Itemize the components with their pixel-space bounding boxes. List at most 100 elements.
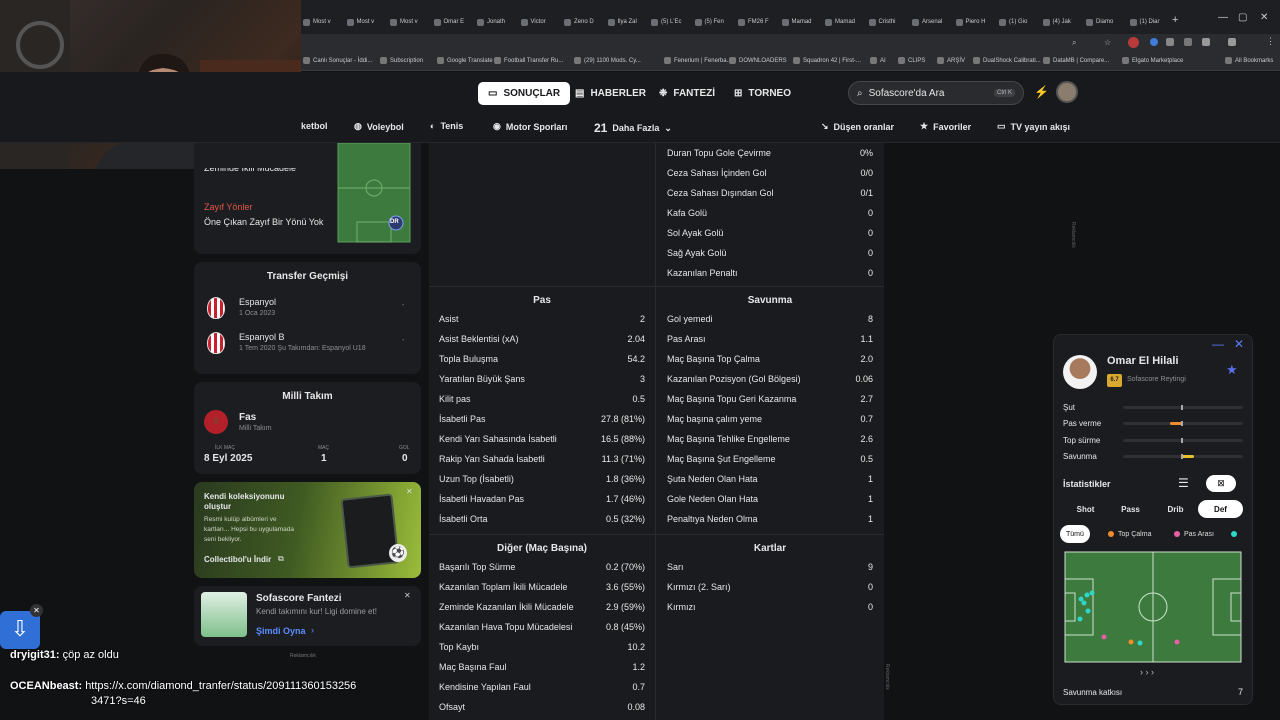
fantasy-link[interactable]: Şimdi Oyna xyxy=(256,626,306,636)
stat-value: 0/1 xyxy=(860,188,873,198)
sport-motor[interactable]: ◉ Motor Sporları xyxy=(493,121,567,132)
user-avatar[interactable] xyxy=(1056,81,1078,103)
bookmark-item[interactable]: Google Translate xyxy=(437,57,493,64)
favorite-star-icon[interactable]: ★ xyxy=(1226,362,1238,378)
browser-tab[interactable]: (5) Fen xyxy=(694,14,735,30)
stat-tab-drib[interactable]: Drib xyxy=(1153,500,1198,518)
browser-tab[interactable]: FM26 F xyxy=(738,14,778,30)
player-name[interactable]: Omar El Hilali xyxy=(1107,355,1179,367)
nav-sonuclar[interactable]: ▭ SONUÇLAR xyxy=(478,82,571,105)
browser-tab[interactable]: Mamad xyxy=(825,14,865,30)
bookmark-item[interactable]: (29) 1100 Mods. Cy... xyxy=(574,57,641,64)
profile-icon[interactable] xyxy=(1128,37,1139,48)
filter-chip[interactable]: Tümü xyxy=(1060,525,1090,543)
filter-chip[interactable]: Top Çalma xyxy=(1102,525,1157,543)
browser-tab[interactable]: (5) L'Ec xyxy=(651,14,691,30)
close-icon[interactable]: ✕ xyxy=(404,591,411,600)
stat-tab-pass[interactable]: Pass xyxy=(1108,500,1153,518)
search-input[interactable]: ⌕ Sofascore'da Ara Ctrl K xyxy=(848,81,1024,105)
dropping-odds-link[interactable]: ↘ Düşen oranlar xyxy=(821,121,894,132)
extension-icon[interactable] xyxy=(1184,38,1192,46)
bookmark-item[interactable]: DualShock Calibrati... xyxy=(973,57,1041,64)
browser-tab[interactable]: Arsenal xyxy=(912,14,952,30)
nav-fantezi[interactable]: ❉ FANTEZİ xyxy=(649,82,725,105)
stat-value: 0.5 xyxy=(860,454,873,464)
expand-arrows-icon[interactable]: › › › xyxy=(1140,667,1154,677)
extensions-puzzle-icon[interactable] xyxy=(1202,38,1210,46)
bookmark-item[interactable]: Subscription xyxy=(380,57,423,64)
stat-row: Maç Başına Top Çalma 2.0 xyxy=(657,349,883,369)
close-window-icon[interactable]: ✕ xyxy=(1260,12,1268,23)
browser-tab[interactable]: Omar E xyxy=(433,14,474,30)
bookmark-item[interactable]: CLIPS xyxy=(898,57,925,64)
collectibol-promo[interactable]: Kendi koleksiyonunu oluştur Resmi kulüp … xyxy=(194,482,421,578)
browser-tab[interactable]: Jonath xyxy=(477,14,517,30)
stat-row: Duran Topu Gole Çevirme 0% xyxy=(657,143,883,163)
browser-tab[interactable]: Ilya Zal xyxy=(607,14,648,30)
close-icon[interactable]: ✕ xyxy=(406,487,413,496)
favorites-link[interactable]: ★ Favoriler xyxy=(920,121,971,132)
browser-tab[interactable]: Most v xyxy=(346,14,387,30)
bookmark-item[interactable]: All Bookmarks xyxy=(1225,57,1273,64)
bookmark-item[interactable]: Squadron 42 | First-... xyxy=(793,57,861,64)
bookmark-item[interactable]: Canlı Sonuçlar - İddi... xyxy=(303,57,372,64)
extension-icon[interactable] xyxy=(1150,38,1158,46)
bookmark-item[interactable]: Elgato Marketplace xyxy=(1122,57,1183,64)
promo-link[interactable]: Collectibol'u İndir xyxy=(204,555,271,564)
bookmark-item[interactable]: DataMB | Compare... xyxy=(1043,57,1109,64)
stat-value: 1.1 xyxy=(860,334,873,344)
extension-icon[interactable] xyxy=(1166,38,1174,46)
browser-tab[interactable]: Piero H xyxy=(955,14,996,30)
browser-tab[interactable]: Most v xyxy=(390,14,430,30)
defensive-action-marker xyxy=(1084,592,1090,598)
bookmark-item[interactable]: Fenerium | Fenerba... xyxy=(664,57,732,64)
browser-tab[interactable]: Victor xyxy=(520,14,561,30)
sport-voleybol[interactable]: ◍ Voleybol xyxy=(354,121,404,132)
pitch-view-icon[interactable]: ⊠ xyxy=(1206,475,1236,492)
section-title-pas: Pas xyxy=(533,295,551,306)
translate-icon[interactable] xyxy=(1228,38,1236,46)
bookmark-item[interactable]: Football Transfer Ru... xyxy=(494,57,563,64)
browser-tab[interactable]: (1) Diar xyxy=(1129,14,1170,30)
bookmark-item[interactable]: ARŞİV xyxy=(937,57,965,64)
minimize-icon[interactable]: — xyxy=(1212,337,1224,351)
filter-chip[interactable]: Pas Arası xyxy=(1168,525,1220,543)
external-link-icon: ⧉ xyxy=(278,554,284,563)
close-icon[interactable]: ✕ xyxy=(1234,337,1244,351)
transfer-row[interactable]: Espanyol 1 Oca 2023 - xyxy=(194,292,421,326)
sport-more-dropdown[interactable]: 21 Daha Fazla ⌄ xyxy=(594,121,672,135)
stat-tab-def[interactable]: Def xyxy=(1198,500,1243,518)
close-icon[interactable]: ✕ xyxy=(30,604,43,617)
stat-tab-shot[interactable]: Shot xyxy=(1063,500,1108,518)
fantasy-promo[interactable]: Sofascore Fantezi Kendi takımını kur! Li… xyxy=(194,586,421,646)
bookmark-star-icon[interactable]: ☆ xyxy=(1104,38,1111,47)
browser-tab[interactable]: Zeno D xyxy=(564,14,604,30)
maximize-window-icon[interactable]: ▢ xyxy=(1238,12,1247,23)
browser-tab[interactable]: Cristhi xyxy=(868,14,909,30)
browser-tab[interactable]: (1) Gio xyxy=(999,14,1039,30)
stat-value: 0.8 (45%) xyxy=(605,622,645,632)
legend-dot xyxy=(1174,531,1180,537)
zoom-icon[interactable]: ⌕ xyxy=(1072,38,1076,48)
list-view-icon[interactable]: ☰ xyxy=(1178,476,1189,490)
browser-tab[interactable]: Most v xyxy=(303,14,343,30)
lightning-icon[interactable]: ⚡ xyxy=(1034,85,1049,99)
menu-icon[interactable]: ⋮ xyxy=(1266,36,1275,47)
sport-tenis[interactable]: ◐ Tenis xyxy=(430,121,463,131)
browser-tab[interactable]: Mamad xyxy=(781,14,822,30)
nav-torneo[interactable]: ⊞ TORNEO xyxy=(724,82,801,105)
browser-tab[interactable]: (4) Jak xyxy=(1042,14,1083,30)
bookmark-item[interactable]: AI xyxy=(870,57,886,64)
new-tab-button[interactable]: + xyxy=(1172,14,1178,26)
national-team-name[interactable]: Fas xyxy=(239,412,256,423)
stat-row: Topla Buluşma 54.2 xyxy=(429,349,655,369)
nav-haberler[interactable]: ▤ HABERLER xyxy=(565,82,656,105)
sport-basketbol[interactable]: ketbol xyxy=(301,121,328,131)
minimize-window-icon[interactable]: — xyxy=(1218,12,1228,23)
stat-row: Maç Başına Şut Engelleme 0.5 xyxy=(657,449,883,469)
tv-schedule-link[interactable]: ▭ TV yayın akışı xyxy=(997,121,1070,132)
browser-tab[interactable]: Diamo xyxy=(1086,14,1126,30)
transfer-row[interactable]: Espanyol B 1 Tem 2020 Şu Takımdan: Espan… xyxy=(194,327,421,361)
bookmark-item[interactable]: DOWNLOADERS xyxy=(729,57,787,64)
transfer-date: 1 Oca 2023 xyxy=(239,310,276,317)
